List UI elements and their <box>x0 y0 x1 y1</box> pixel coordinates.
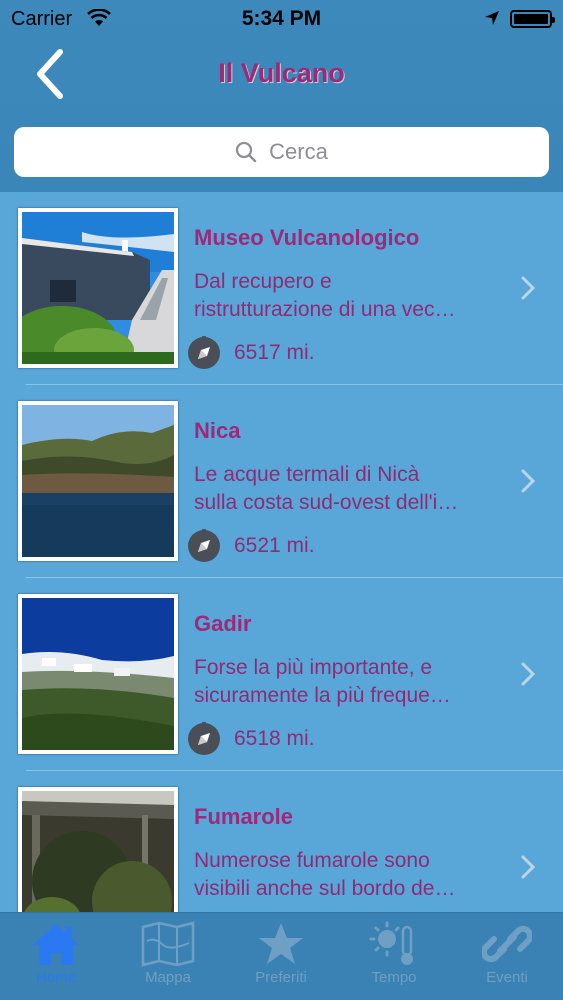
map-icon <box>141 921 195 967</box>
list-item[interactable]: Gadir Forse la più importante, e sicuram… <box>0 578 563 771</box>
search-placeholder: Cerca <box>269 139 328 164</box>
tab-label: Mappa <box>145 969 191 986</box>
chevron-right-icon <box>521 662 536 686</box>
search-input[interactable]: Cerca <box>14 127 549 177</box>
compass-icon <box>188 722 220 755</box>
item-title: Nica <box>194 418 241 443</box>
tab-label: Home <box>35 969 76 986</box>
chevron-right-icon <box>521 276 536 300</box>
tab-bar: Home Mappa Preferiti Tempo Eventi <box>0 912 563 1000</box>
item-title: Gadir <box>194 611 252 636</box>
status-time: 5:34 PM <box>241 7 322 30</box>
item-description: Numerose fumarole sono visibili anche su… <box>194 849 456 900</box>
home-icon <box>33 924 79 965</box>
item-title: Fumarole <box>194 804 294 829</box>
tab-label: Eventi <box>486 969 528 986</box>
item-distance: 6521 mi. <box>234 534 315 557</box>
item-distance: 6518 mi. <box>234 727 315 750</box>
item-description: Forse la più importante, e sicuramente l… <box>194 656 451 707</box>
chevron-right-icon <box>521 469 536 493</box>
item-title: Museo Vulcanologico <box>194 225 420 250</box>
compass-icon <box>188 529 220 562</box>
list-item[interactable]: Museo Vulcanologico Dal recupero e ristr… <box>0 192 563 385</box>
item-description: Dal recupero e ristrutturazione di una v… <box>194 270 456 321</box>
chevron-right-icon <box>521 855 536 879</box>
compass-icon <box>188 336 220 369</box>
tab-label: Preferiti <box>255 969 307 986</box>
star-icon <box>259 923 303 964</box>
battery-icon <box>510 10 555 28</box>
thumbnail <box>18 401 178 561</box>
thumbnail <box>18 208 178 368</box>
places-list[interactable]: Museo Vulcanologico Dal recupero e ristr… <box>0 192 563 912</box>
list-item[interactable]: Fumarole Numerose fumarole sono visibili… <box>0 771 563 912</box>
status-bar: Carrier 5:34 PM <box>0 0 563 38</box>
page-title: Il Vulcano <box>218 58 345 88</box>
link-icon <box>482 925 532 963</box>
header: Carrier 5:34 PM Il Vulcano Cerca <box>0 0 563 192</box>
thumbnail <box>18 594 178 754</box>
tab-weather[interactable]: Tempo <box>338 913 450 1000</box>
tab-label: Tempo <box>371 969 417 986</box>
tab-favorites[interactable]: Preferiti <box>225 913 337 1000</box>
list-item[interactable]: Nica Le acque termali di Nicà sulla cost… <box>0 385 563 578</box>
tab-home[interactable]: Home <box>0 913 112 1000</box>
weather-icon <box>369 921 413 965</box>
thumbnail <box>18 787 178 912</box>
item-distance: 6517 mi. <box>234 341 315 364</box>
tab-map[interactable]: Mappa <box>112 913 224 1000</box>
tab-events[interactable]: Eventi <box>451 913 563 1000</box>
item-description: Le acque termali di Nicà sulla costa sud… <box>194 463 459 514</box>
location-arrow-icon <box>485 11 499 25</box>
search-icon <box>236 141 257 163</box>
